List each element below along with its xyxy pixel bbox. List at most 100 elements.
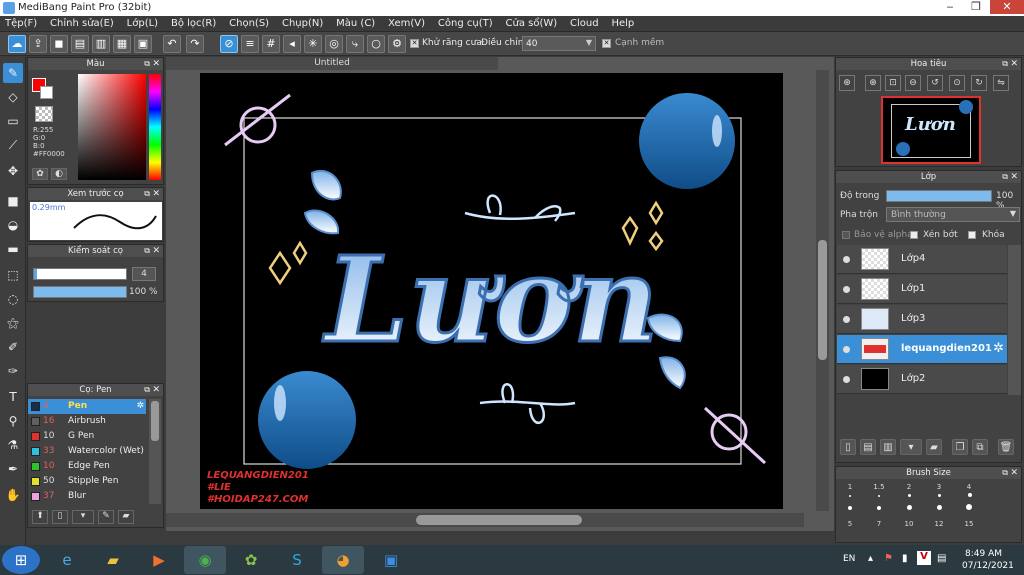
hue-slider[interactable] bbox=[149, 74, 161, 180]
brush-size-option[interactable]: 10 bbox=[899, 520, 919, 528]
notification-icon[interactable]: ▴ bbox=[868, 553, 873, 564]
brush-opacity-slider[interactable] bbox=[33, 286, 127, 298]
brush-item-watercolor[interactable]: 33 Watercolor (Wet) bbox=[28, 444, 146, 459]
vertical-scroll-thumb[interactable] bbox=[818, 240, 827, 360]
folder-icon[interactable]: ▰ bbox=[118, 510, 134, 524]
gear-icon[interactable]: ✲ bbox=[993, 341, 1004, 356]
drawing-canvas[interactable]: Lươn LEQUANGDIEN201 #LIE #HOIDAP247.COM bbox=[200, 73, 783, 509]
delete-layer-icon[interactable]: 🗑 bbox=[998, 439, 1014, 455]
document-tab[interactable]: Untitled bbox=[166, 57, 498, 70]
start-button[interactable]: ⊞ bbox=[2, 546, 40, 574]
lock-checkbox[interactable] bbox=[968, 231, 976, 239]
comment-icon[interactable]: ◼ bbox=[50, 35, 68, 53]
layer-row[interactable]: Lớp1 bbox=[837, 275, 1007, 304]
brush-size-option[interactable]: 15 bbox=[959, 520, 979, 528]
rotate-left-icon[interactable]: ↺ bbox=[927, 75, 943, 91]
brush-size-option[interactable]: 7 bbox=[869, 520, 889, 528]
move-tool-icon[interactable]: ✥ bbox=[3, 161, 23, 181]
menu-view[interactable]: Xem(V) bbox=[383, 16, 430, 31]
menu-select[interactable]: Chọn(S) bbox=[224, 16, 274, 31]
snap-off-icon[interactable]: ⊘ bbox=[220, 35, 238, 53]
saturation-value-picker[interactable] bbox=[78, 74, 146, 180]
grid-snap-icon[interactable]: # bbox=[262, 35, 280, 53]
blend-mode-select[interactable]: Bình thường ▼ bbox=[886, 207, 1020, 222]
menu-layer[interactable]: Lớp(L) bbox=[122, 16, 163, 31]
curve-snap-icon[interactable]: ⤷ bbox=[346, 35, 364, 53]
radial-snap-icon[interactable]: ✳ bbox=[304, 35, 322, 53]
brush-item-airbrush[interactable]: 16 Airbrush bbox=[28, 414, 146, 429]
brush-item-g-pen[interactable]: 10 G Pen bbox=[28, 429, 146, 444]
add-brush-icon[interactable]: ⬆ bbox=[32, 510, 48, 524]
fill-rect-tool-icon[interactable]: ■ bbox=[3, 191, 23, 211]
brush-size-option[interactable]: 2 bbox=[899, 483, 919, 491]
layer-scrollbar[interactable] bbox=[1008, 245, 1021, 395]
layer-row[interactable]: Lớp3 bbox=[837, 305, 1007, 334]
new-layer-menu-icon[interactable]: ▾ bbox=[900, 439, 922, 455]
visibility-icon[interactable] bbox=[843, 286, 850, 293]
rectangle-tool-icon[interactable]: ▭ bbox=[3, 111, 23, 131]
duplicate-layer-icon[interactable]: ❐ bbox=[952, 439, 968, 455]
brush-size-option[interactable]: 3 bbox=[929, 483, 949, 491]
select-eraser-icon[interactable]: ✑ bbox=[3, 361, 23, 381]
menu-tools[interactable]: Công cụ(T) bbox=[433, 16, 498, 31]
menu-cloud[interactable]: Cloud bbox=[565, 16, 604, 31]
network-icon[interactable]: ▤ bbox=[937, 553, 946, 564]
brush-item-stipple-pen[interactable]: 50 Stipple Pen bbox=[28, 474, 146, 489]
brush-size-slider[interactable] bbox=[33, 268, 127, 280]
visibility-icon[interactable] bbox=[843, 316, 850, 323]
lasso-tool-icon[interactable]: ◌ bbox=[3, 289, 23, 309]
dock-icon[interactable]: ⧉ bbox=[1002, 467, 1008, 479]
brush-size-option[interactable]: 1.5 bbox=[869, 483, 889, 491]
language-indicator[interactable]: EN bbox=[843, 554, 855, 564]
close-icon[interactable]: ✕ bbox=[1010, 467, 1018, 479]
close-icon[interactable]: ✕ bbox=[152, 384, 160, 396]
new-folder-icon[interactable]: ▰ bbox=[926, 439, 942, 455]
close-icon[interactable]: ✕ bbox=[152, 245, 160, 257]
ellipse-snap-icon[interactable]: ○ bbox=[367, 35, 385, 53]
undo-icon[interactable]: ↶ bbox=[163, 35, 181, 53]
soft-edge-checkbox[interactable]: ✕ bbox=[602, 39, 611, 48]
clock-time[interactable]: 8:49 AM bbox=[965, 549, 1002, 559]
power-icon[interactable]: ▮ bbox=[902, 553, 908, 564]
brush-size-option[interactable]: 1 bbox=[840, 483, 860, 491]
parallel-snap-icon[interactable]: ≡ bbox=[241, 35, 259, 53]
medibang-icon[interactable]: ◕ bbox=[322, 546, 364, 574]
color-mode-icon[interactable]: ✿ bbox=[32, 168, 48, 180]
layer-row[interactable]: Lớp2 bbox=[837, 365, 1007, 394]
document-icon[interactable]: ▤ bbox=[71, 35, 89, 53]
brush-size-value[interactable]: 4 bbox=[132, 267, 156, 281]
brush-tool-icon[interactable]: ✎ bbox=[3, 63, 23, 83]
close-button[interactable]: ✕ bbox=[990, 0, 1024, 14]
close-icon[interactable]: ✕ bbox=[152, 188, 160, 200]
dock-icon[interactable]: ⧉ bbox=[144, 188, 150, 200]
magic-wand-icon[interactable]: ⚝ bbox=[3, 313, 23, 333]
menu-edit[interactable]: Chỉnh sửa(E) bbox=[45, 16, 119, 31]
transparent-swatch[interactable] bbox=[35, 106, 53, 122]
clipping-checkbox[interactable] bbox=[910, 231, 918, 239]
grid-view-icon[interactable]: ▦ bbox=[113, 35, 131, 53]
menu-color[interactable]: Màu (C) bbox=[331, 16, 380, 31]
eraser-tool-icon[interactable]: ◇ bbox=[3, 87, 23, 107]
dock-icon[interactable]: ⧉ bbox=[144, 58, 150, 70]
new-layer-icon[interactable]: ▯ bbox=[840, 439, 856, 455]
text-tool-icon[interactable]: T bbox=[3, 387, 23, 407]
menu-snap[interactable]: Chụp(N) bbox=[277, 16, 328, 31]
protect-alpha-checkbox[interactable] bbox=[842, 231, 850, 239]
hand-tool-icon[interactable]: ✋ bbox=[3, 485, 23, 505]
merge-layer-icon[interactable]: ⧉ bbox=[972, 439, 988, 455]
visibility-icon[interactable] bbox=[843, 256, 850, 263]
cloud-icon[interactable]: ☁ bbox=[8, 35, 26, 53]
brush-size-option[interactable]: 5 bbox=[840, 520, 860, 528]
circle-snap-icon[interactable]: ◎ bbox=[325, 35, 343, 53]
palette-icon[interactable]: ◐ bbox=[51, 168, 67, 180]
menu-file[interactable]: Tệp(F) bbox=[0, 16, 42, 31]
antivirus-icon[interactable]: ⚑ bbox=[884, 553, 893, 564]
page-icon[interactable]: ▥ bbox=[92, 35, 110, 53]
close-icon[interactable]: ✕ bbox=[1010, 171, 1018, 183]
gradient-tool-icon[interactable]: ▬ bbox=[3, 239, 23, 259]
zoom-app-icon[interactable]: ▣ bbox=[370, 546, 412, 574]
layer-row-selected[interactable]: lequangdien201 ✲ bbox=[837, 335, 1007, 364]
gear-icon[interactable]: ✲ bbox=[136, 399, 144, 414]
dock-icon[interactable]: ⧉ bbox=[1002, 58, 1008, 70]
media-player-icon[interactable]: ▶ bbox=[138, 546, 180, 574]
